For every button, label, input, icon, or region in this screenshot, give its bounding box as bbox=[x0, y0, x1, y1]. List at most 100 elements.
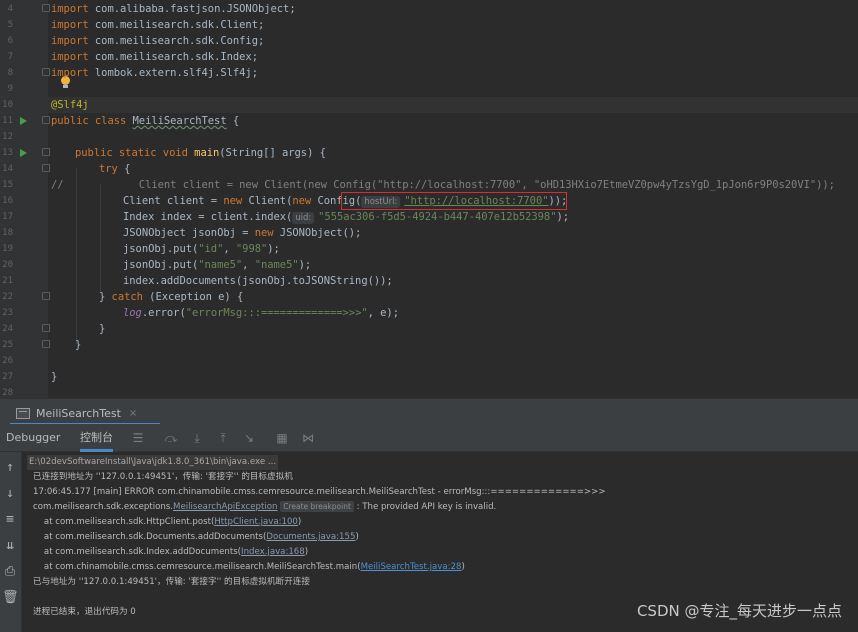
class-declaration: public class MeiliSearchTest { bbox=[51, 113, 239, 129]
line-number: 4 bbox=[7, 4, 13, 14]
line-number: 9 bbox=[7, 84, 13, 94]
console-text: at com.meilisearch.sdk.Documents.addDocu… bbox=[33, 532, 267, 542]
code-text: } bbox=[99, 291, 112, 303]
code-line: import com.meilisearch.sdk.Config; bbox=[51, 33, 264, 49]
console-text: at com.meilisearch.sdk.HttpClient.post( bbox=[33, 517, 215, 527]
table-icon[interactable]: ▦ bbox=[275, 431, 289, 445]
step-into-icon[interactable]: ⤓ bbox=[190, 431, 204, 445]
commented-line: // Client client = new Client(new Config… bbox=[51, 179, 835, 191]
line-number: 7 bbox=[7, 52, 13, 62]
line-number: 6 bbox=[7, 36, 13, 46]
line-number: 28 bbox=[2, 388, 13, 398]
console-line: 已与地址为 ''127.0.0.1:49451'，传输: '套接字'' 的目标虚… bbox=[33, 577, 310, 587]
soft-wrap-icon[interactable]: ≡ bbox=[2, 512, 18, 528]
trash-icon[interactable]: 🗑 bbox=[2, 590, 19, 606]
line-number: 8 bbox=[7, 68, 13, 78]
code-text: Client( bbox=[248, 195, 293, 207]
line-number: 19 bbox=[2, 244, 13, 254]
run-tab[interactable]: MeiliSearchTest × bbox=[16, 403, 137, 423]
import-path: com.meilisearch.sdk.Index; bbox=[88, 51, 258, 63]
import-path: com.meilisearch.sdk.Client; bbox=[88, 19, 265, 31]
run-icon[interactable] bbox=[20, 149, 27, 157]
string-literal: "id" bbox=[198, 243, 224, 255]
closing-brace: } bbox=[99, 323, 106, 335]
code-text: (String[] args) { bbox=[219, 147, 326, 159]
up-arrow-icon[interactable]: ↑ bbox=[2, 460, 18, 476]
print-icon[interactable]: ⎙ bbox=[2, 564, 18, 580]
code-line: import com.meilisearch.sdk.Client; bbox=[51, 17, 264, 33]
fold-icon[interactable] bbox=[42, 148, 50, 156]
console-line: 进程已结束，退出代码为 0 bbox=[33, 607, 136, 617]
fold-icon[interactable] bbox=[42, 324, 50, 332]
keyword: import bbox=[51, 19, 89, 31]
step-out-icon[interactable]: ⤒ bbox=[216, 431, 230, 445]
keyword: import bbox=[51, 3, 89, 15]
stack-frame-link[interactable]: Documents.java:155 bbox=[266, 532, 355, 542]
line-number: 18 bbox=[2, 228, 13, 238]
console-line: 17:06:45.177 [main] ERROR com.chinamobil… bbox=[33, 487, 606, 497]
fold-icon[interactable] bbox=[42, 340, 50, 348]
code-text: ); bbox=[298, 259, 312, 271]
down-arrow-icon[interactable]: ↓ bbox=[2, 486, 18, 502]
code-text: JSONObject(); bbox=[279, 227, 362, 239]
fold-icon[interactable] bbox=[42, 4, 50, 12]
console-line: at com.meilisearch.sdk.Index.addDocument… bbox=[33, 545, 308, 560]
menu-icon[interactable]: ☰ bbox=[131, 431, 145, 445]
line-number: 12 bbox=[2, 132, 13, 142]
run-tool-window-tabs: MeiliSearchTest × bbox=[0, 398, 858, 425]
import-path: com.alibaba.fastjson.JSONObject; bbox=[88, 3, 296, 15]
import-path: lombok.extern.slf4j.Slf4j; bbox=[88, 67, 258, 79]
stack-frame-link[interactable]: HttpClient.java:100 bbox=[214, 517, 298, 527]
line-number: 11 bbox=[2, 116, 13, 126]
fold-icon[interactable] bbox=[42, 68, 50, 76]
console-text: at com.chinamobile.cmss.cemresource.meil… bbox=[33, 562, 361, 572]
console-line: at com.chinamobile.cmss.cemresource.meil… bbox=[33, 560, 465, 575]
code-text: , bbox=[242, 259, 255, 271]
fold-icon[interactable] bbox=[42, 164, 50, 172]
highlight-box bbox=[341, 192, 567, 210]
tab-debugger[interactable]: Debugger bbox=[6, 424, 60, 452]
keyword: public class bbox=[51, 115, 133, 127]
line-number: 15 bbox=[2, 180, 13, 190]
string-literal: "998" bbox=[235, 243, 268, 255]
string-literal: "name5" bbox=[254, 259, 299, 271]
field-name: log bbox=[123, 307, 142, 319]
exception-link[interactable]: MeilisearchApiException bbox=[173, 502, 277, 512]
annotation: @Slf4j bbox=[51, 99, 89, 111]
run-to-cursor-icon[interactable]: ↘ bbox=[242, 431, 256, 445]
import-path: com.meilisearch.sdk.Config; bbox=[88, 35, 265, 47]
keyword: import bbox=[51, 51, 89, 63]
add-documents-line: index.addDocuments(jsonObj.toJSONString(… bbox=[123, 275, 393, 287]
log-line: log.error("errorMsg:::=============>>>",… bbox=[123, 305, 399, 321]
code-text: jsonObj.put( bbox=[123, 243, 199, 255]
line-number: 22 bbox=[2, 292, 13, 302]
code-text: { bbox=[117, 163, 131, 175]
code-text: Index index = client.index( bbox=[123, 211, 293, 223]
index-line: Index index = client.index(uid: "555ac306… bbox=[123, 209, 569, 225]
fold-icon[interactable] bbox=[42, 116, 50, 124]
code-text: , e); bbox=[367, 307, 399, 319]
line-number: 17 bbox=[2, 212, 13, 222]
console-line: at com.meilisearch.sdk.HttpClient.post(H… bbox=[33, 515, 301, 530]
step-over-icon[interactable]: ⤼ bbox=[164, 431, 178, 445]
close-icon[interactable]: × bbox=[129, 408, 137, 419]
keyword: try bbox=[99, 163, 118, 175]
create-breakpoint-button[interactable]: Create breakpoint bbox=[280, 501, 354, 512]
console-line[interactable]: E:\02devSoftwareInstall\Java\jdk1.8.0_36… bbox=[27, 455, 279, 470]
line-number: 14 bbox=[2, 164, 13, 174]
console-text: ) bbox=[355, 532, 359, 542]
line-number: 20 bbox=[2, 260, 13, 270]
scroll-end-icon[interactable]: ⇊ bbox=[2, 538, 18, 554]
line-number: 21 bbox=[2, 276, 13, 286]
catch-line: } catch (Exception e) { bbox=[99, 289, 243, 305]
string-literal: "name5" bbox=[198, 259, 243, 271]
tab-console[interactable]: 控制台 bbox=[80, 424, 113, 452]
stack-frame-link[interactable]: MeiliSearchTest.java:28 bbox=[361, 562, 462, 572]
fold-icon[interactable] bbox=[42, 292, 50, 300]
stack-frame-link[interactable]: Index.java:168 bbox=[241, 547, 305, 557]
settings-icon[interactable]: ⋈ bbox=[301, 431, 315, 445]
line-number: 5 bbox=[7, 20, 13, 30]
code-editor[interactable]: 4 5 6 7 8 9 10 11 12 13 14 15 16 17 18 1… bbox=[0, 0, 858, 398]
main-declaration: public static void main(String[] args) { bbox=[75, 145, 326, 161]
run-icon[interactable] bbox=[20, 117, 27, 125]
